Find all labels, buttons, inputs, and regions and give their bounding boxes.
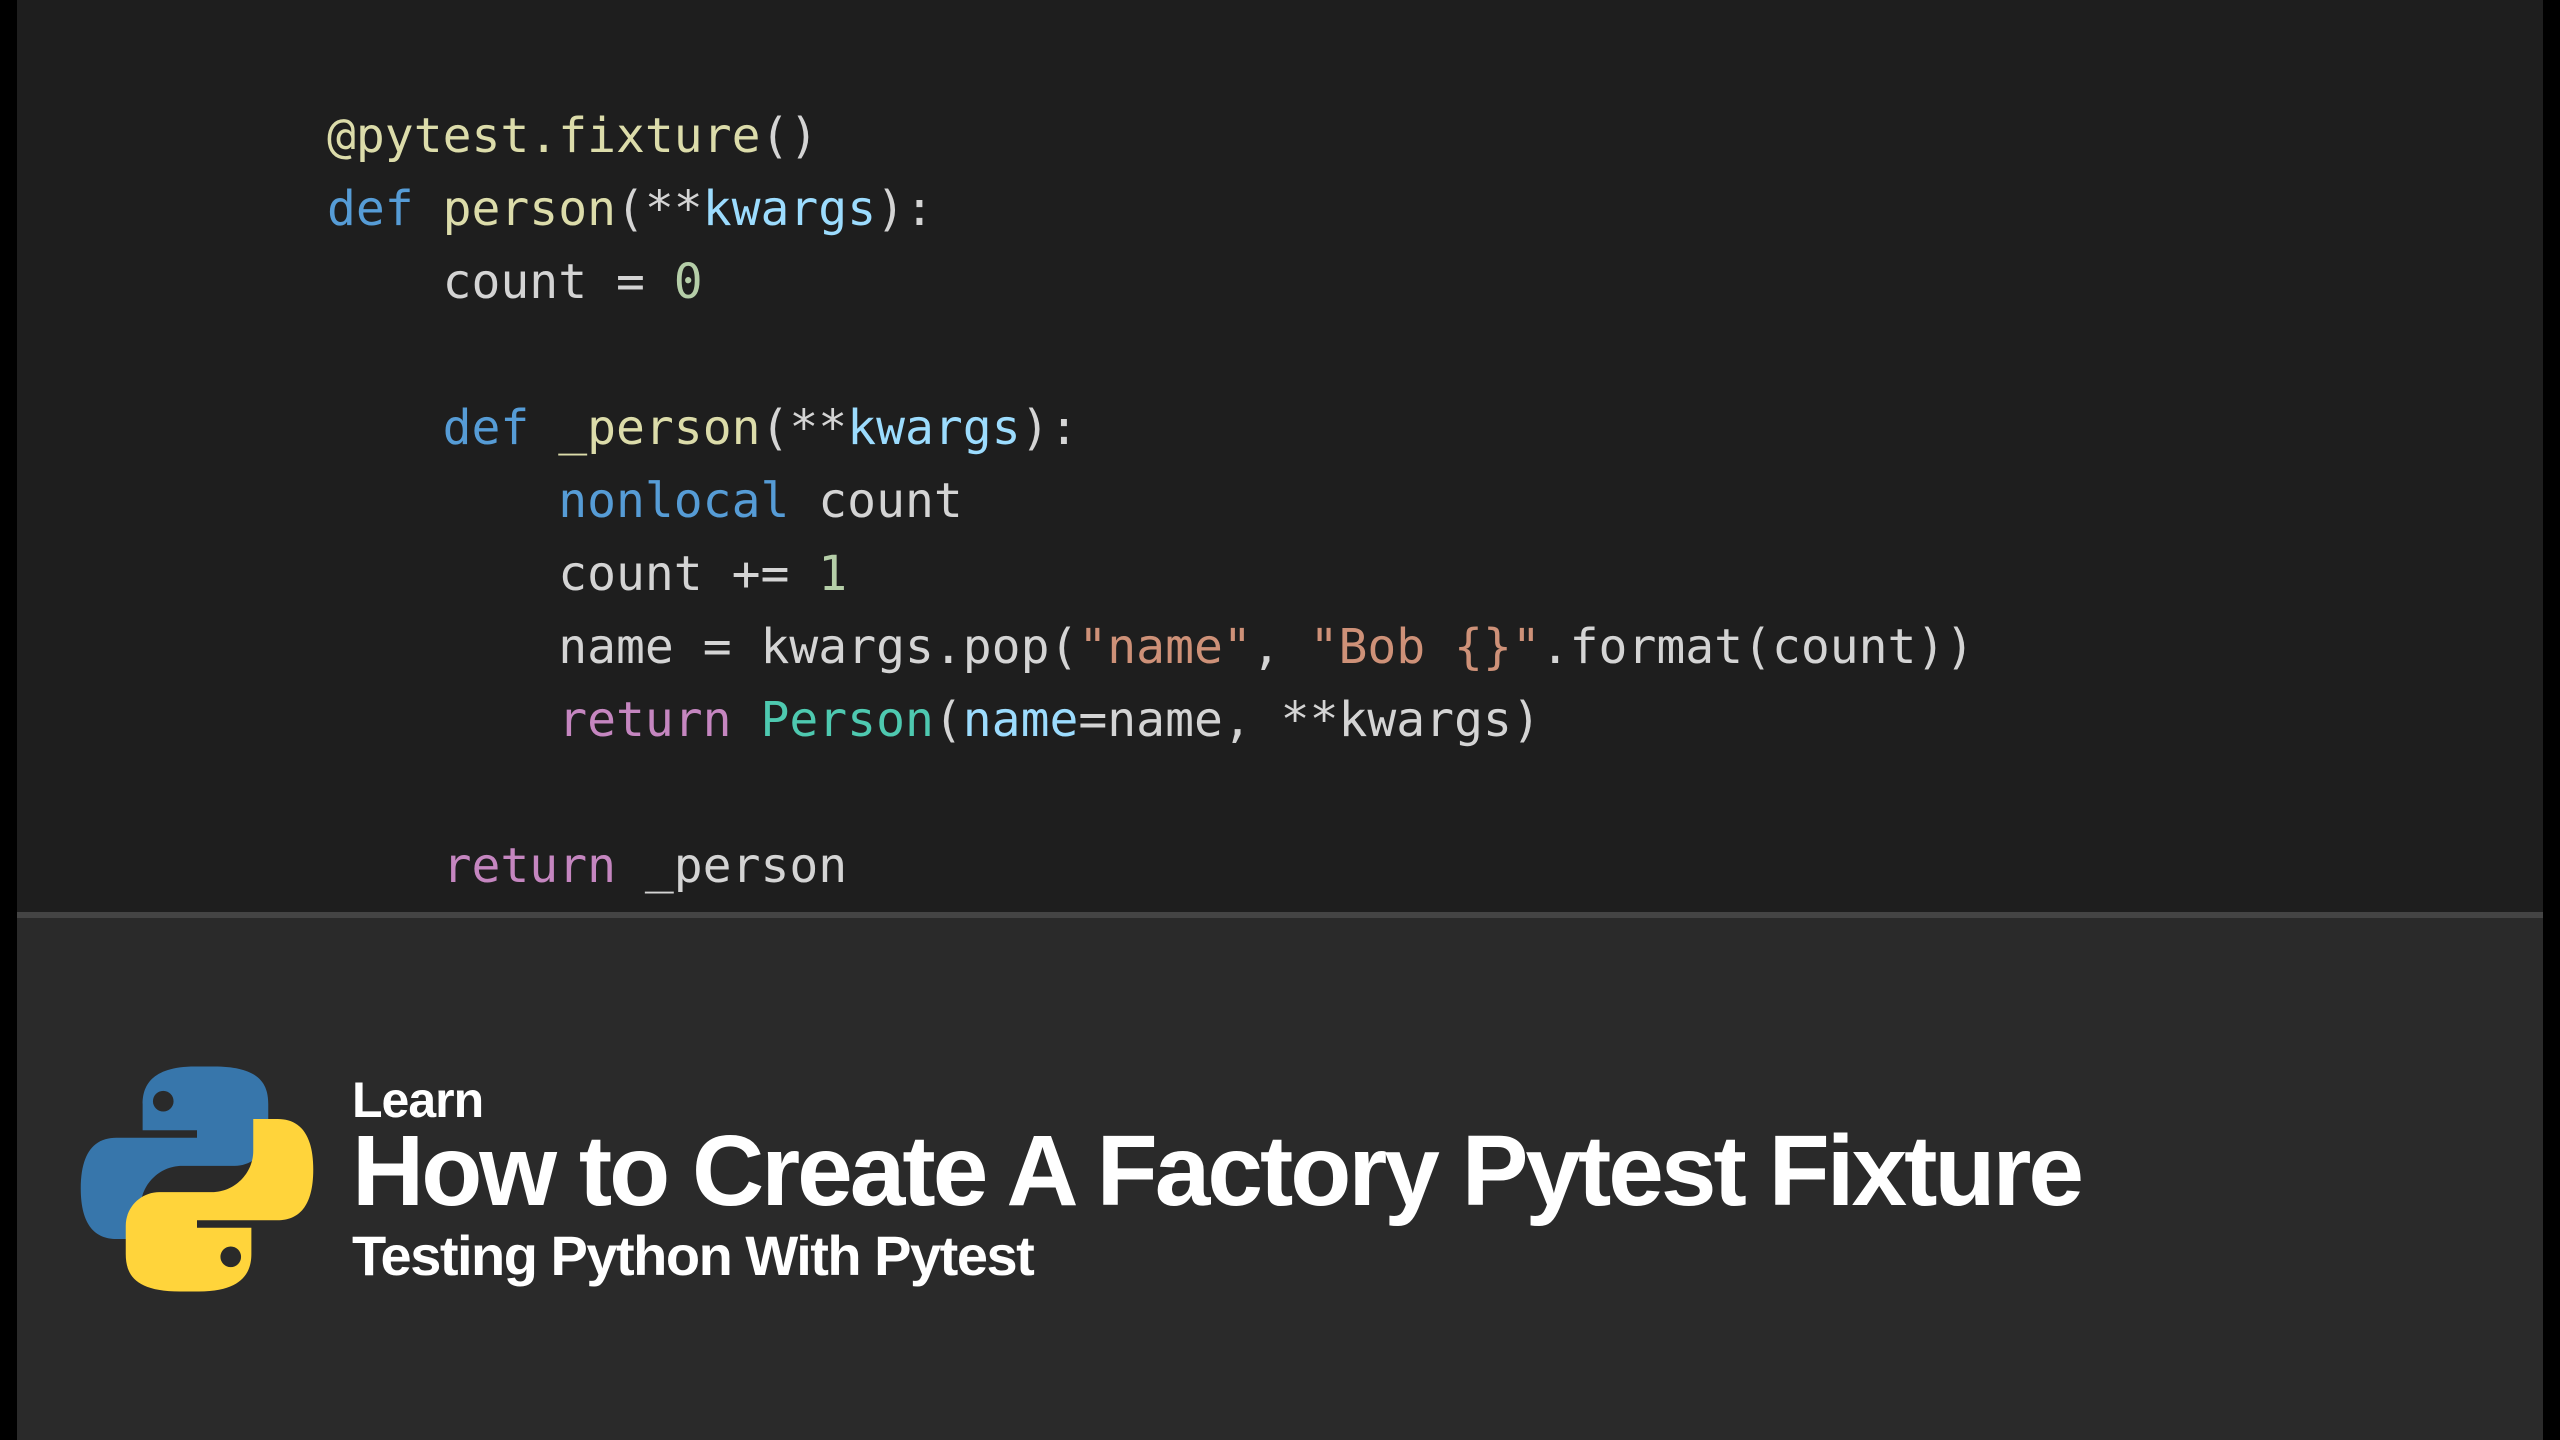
title-block: Learn How to Create A Factory Pytest Fix…	[352, 1071, 2081, 1288]
tok-fn-person: person	[443, 181, 616, 237]
code-panel: @pytest.fixture() def person(**kwargs): …	[17, 0, 2543, 912]
tok-def-inner: def	[443, 400, 530, 456]
tok-zero: 0	[674, 254, 703, 310]
subtitle-text: Testing Python With Pytest	[352, 1223, 2081, 1288]
tok-at: @	[327, 108, 356, 164]
tok-str-bob: "Bob {}"	[1310, 619, 1541, 675]
headline-text: How to Create A Factory Pytest Fixture	[352, 1121, 2081, 1221]
tok-def: def	[327, 181, 414, 237]
tok-parens: ()	[760, 108, 818, 164]
tok-count: count	[443, 254, 588, 310]
tok-nonlocal: nonlocal	[558, 473, 789, 529]
tok-return-outer: return	[443, 838, 616, 894]
tok-one: 1	[789, 546, 847, 602]
python-logo-icon	[77, 1059, 317, 1299]
tok-decorator: pytest.fixture	[356, 108, 761, 164]
tok-kwargs: kwargs	[703, 181, 876, 237]
tok-class-person: Person	[760, 692, 933, 748]
thumbnail-card: @pytest.fixture() def person(**kwargs): …	[0, 0, 2560, 1440]
title-panel: Learn How to Create A Factory Pytest Fix…	[17, 918, 2543, 1440]
tok-fn-_person: _person	[558, 400, 760, 456]
tok-str-name: "name"	[1078, 619, 1251, 675]
code-block: @pytest.fixture() def person(**kwargs): …	[327, 100, 2543, 902]
tok-kwarg-name: name	[963, 692, 1079, 748]
tok-return-inner: return	[558, 692, 731, 748]
